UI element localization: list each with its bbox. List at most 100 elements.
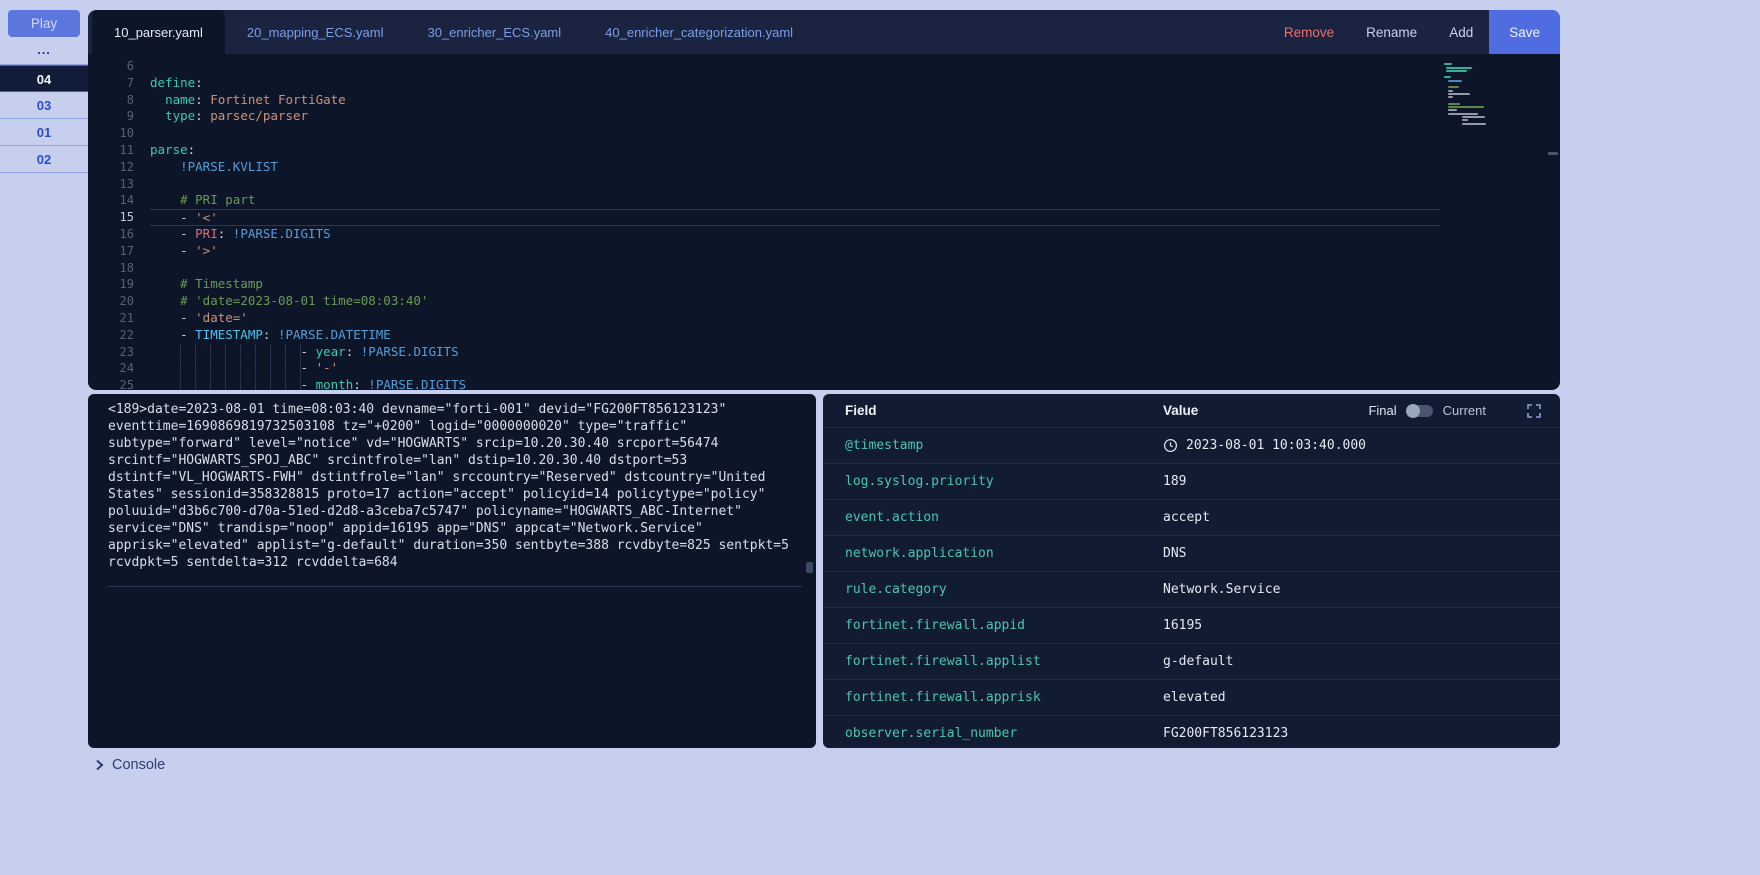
- editor-card: 10_parser.yaml 20_mapping_ECS.yaml 30_enri…: [88, 10, 1560, 390]
- code-line-25: 25 - month: !PARSE.DIGITS: [88, 377, 1560, 390]
- code-line-8: 8 name: Fortinet FortiGate: [88, 92, 1560, 109]
- code-line-16: 16 - PRI: !PARSE.DIGITS: [88, 226, 1560, 243]
- current-label: Current: [1442, 403, 1486, 418]
- log-line: poluuid="d3b6c700-d70a-51ed-d2d8-a3ceba7…: [108, 504, 742, 519]
- play-button[interactable]: Play: [8, 10, 80, 37]
- tab-bar: 10_parser.yaml 20_mapping_ECS.yaml 30_enri…: [88, 10, 1560, 54]
- line-number: 6: [126, 59, 134, 73]
- remove-button[interactable]: Remove: [1268, 10, 1350, 54]
- line-number: 14: [119, 193, 134, 208]
- value-column-header: Value: [1163, 403, 1199, 418]
- code-line-12: 12 !PARSE.KVLIST: [88, 159, 1560, 176]
- bottom-panels: <189>date=2023-08-01 time=08:03:40 devna…: [88, 394, 1560, 748]
- sample-log-scrollbar[interactable]: [806, 562, 813, 573]
- code-line-9: 9 type: parsec/parser: [88, 108, 1560, 125]
- field-value: elevated: [1163, 690, 1226, 705]
- expand-icon[interactable]: [1526, 403, 1542, 419]
- file-actions: Remove Rename Add Save: [1268, 10, 1560, 54]
- field-value: g-default: [1163, 654, 1234, 669]
- sidebar-item-02[interactable]: 02: [0, 146, 88, 173]
- code-line-18: 18: [88, 260, 1560, 277]
- field-value: 189: [1163, 474, 1187, 489]
- sidebar-item-list: 04 03 01 02: [0, 64, 88, 173]
- tab-40_enricher_categorization.yaml[interactable]: 40_enricher_categorization.yaml: [583, 10, 815, 54]
- parsed-fields-panel: Field Value Final Current @timestamp 2023…: [823, 394, 1560, 748]
- final-current-toggle[interactable]: [1405, 403, 1433, 418]
- field-name: fortinet.firewall.applist: [845, 654, 1041, 669]
- log-line: subtype="forward" level="notice" vd="HOG…: [108, 436, 719, 451]
- sample-log-caret-line: [108, 571, 802, 587]
- field-row: fortinet.firewall.apprisk elevated: [823, 679, 1560, 715]
- sample-log-text: <189>date=2023-08-01 time=08:03:40 devna…: [108, 401, 802, 571]
- field-column-header: Field: [845, 403, 877, 418]
- code-line-21: 21 - 'date=': [88, 310, 1560, 327]
- field-name: fortinet.firewall.apprisk: [845, 690, 1041, 705]
- console-toggle[interactable]: Console: [95, 757, 165, 773]
- line-number: 25: [119, 378, 134, 390]
- editor-scrollbar[interactable]: [1548, 152, 1558, 155]
- sidebar-item-04[interactable]: 04: [0, 65, 88, 92]
- app: Play ... 04 03 01 02 10_parser.yaml 20_mappi…: [0, 0, 1760, 875]
- code-line-11: 11 parse:: [88, 142, 1560, 159]
- console-label: Console: [112, 757, 166, 773]
- line-number: 18: [119, 260, 134, 275]
- overflow-menu[interactable]: ...: [0, 42, 88, 60]
- code-line-14: 14 # PRI part: [88, 192, 1560, 209]
- rename-button[interactable]: Rename: [1350, 10, 1433, 54]
- field-name: rule.category: [845, 582, 947, 597]
- sidebar-item-01[interactable]: 01: [0, 119, 88, 146]
- code-line-13: 13: [88, 176, 1560, 193]
- line-number: 7: [126, 75, 134, 90]
- code-line-6: 6: [88, 58, 1560, 75]
- toggle-knob-icon: [1405, 403, 1420, 418]
- code-line-24: 24 - '-': [88, 360, 1560, 377]
- line-number: 15: [119, 210, 134, 225]
- line-number: 11: [119, 142, 134, 157]
- log-line: <189>date=2023-08-01 time=08:03:40 devna…: [108, 402, 727, 417]
- field-row: fortinet.firewall.applist g-default: [823, 643, 1560, 679]
- log-line: apprisk="elevated" applist="g-default" d…: [108, 538, 789, 553]
- line-number: 23: [119, 344, 134, 359]
- code-line-17: 17 - '>': [88, 243, 1560, 260]
- code-lines: 6 7 define: 8 name: Fortinet FortiGate 9 typ…: [88, 58, 1560, 390]
- field-row: fortinet.firewall.appid 16195: [823, 607, 1560, 643]
- field-value: 2023-08-01 10:03:40.000: [1163, 438, 1542, 453]
- file-tabs: 10_parser.yaml 20_mapping_ECS.yaml 30_enri…: [92, 10, 815, 54]
- line-number: 13: [119, 176, 134, 191]
- code-line-22: 22 - TIMESTAMP: !PARSE.DATETIME: [88, 327, 1560, 344]
- field-value: FG200FT856123123: [1163, 726, 1289, 741]
- line-number: 12: [119, 159, 134, 174]
- field-row: observer.serial_number FG200FT856123123: [823, 715, 1560, 748]
- save-button[interactable]: Save: [1489, 10, 1560, 54]
- log-line: States" sessionid=358328815 proto=17 act…: [108, 487, 766, 502]
- field-value: accept: [1163, 510, 1210, 525]
- log-line: dstintf="VL_HOGWARTS-FWH" dstintfrole="l…: [108, 470, 766, 485]
- sidebar-item-03[interactable]: 03: [0, 92, 88, 119]
- chevron-right-icon: [96, 759, 104, 771]
- line-number: 16: [119, 226, 134, 241]
- field-name: network.application: [845, 546, 994, 561]
- tab-10_parser.yaml[interactable]: 10_parser.yaml: [92, 10, 225, 54]
- tab-30_enricher_ECS.yaml[interactable]: 30_enricher_ECS.yaml: [405, 10, 583, 54]
- sample-log-editor[interactable]: <189>date=2023-08-01 time=08:03:40 devna…: [88, 394, 816, 748]
- tab-20_mapping_ECS.yaml[interactable]: 20_mapping_ECS.yaml: [225, 10, 406, 54]
- code-line-15: 15 - '<': [88, 209, 1560, 226]
- line-number: 19: [119, 277, 134, 292]
- line-number: 21: [119, 310, 134, 325]
- yaml-code-editor[interactable]: 6 7 define: 8 name: Fortinet FortiGate 9 typ…: [88, 54, 1560, 390]
- field-row: event.action accept: [823, 499, 1560, 535]
- add-button[interactable]: Add: [1433, 10, 1489, 54]
- code-line-19: 19 # Timestamp: [88, 276, 1560, 293]
- field-name: @timestamp: [845, 438, 924, 453]
- code-line-10: 10: [88, 125, 1560, 142]
- field-value: 16195: [1163, 618, 1203, 633]
- clock-icon: [1163, 438, 1178, 453]
- line-number: 22: [119, 327, 134, 342]
- code-line-7: 7 define:: [88, 75, 1560, 92]
- line-number: 9: [126, 109, 134, 124]
- minimap[interactable]: [1444, 60, 1544, 126]
- field-value: DNS: [1163, 546, 1187, 561]
- log-line: service="DNS" trandisp="noop" appid=1619…: [108, 521, 703, 536]
- field-name: observer.serial_number: [845, 726, 1018, 741]
- log-line: rcvdpkt=5 sentdelta=312 rcvddelta=684: [108, 555, 398, 570]
